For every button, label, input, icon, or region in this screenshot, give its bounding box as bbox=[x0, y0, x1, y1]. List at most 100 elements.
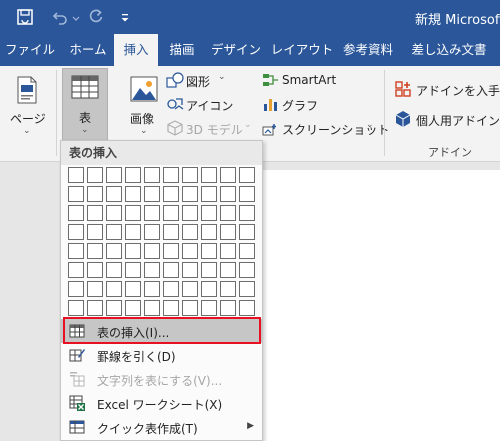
image-button[interactable]: 画像 ⌄ bbox=[124, 70, 164, 142]
grid-cell[interactable] bbox=[163, 186, 179, 202]
page-button[interactable]: ページ ⌄ bbox=[6, 70, 50, 142]
grid-cell[interactable] bbox=[87, 262, 103, 278]
table-size-grid[interactable] bbox=[68, 167, 258, 319]
grid-cell[interactable] bbox=[125, 167, 141, 183]
grid-cell[interactable] bbox=[220, 224, 236, 240]
grid-cell[interactable] bbox=[201, 243, 217, 259]
grid-cell[interactable] bbox=[220, 243, 236, 259]
grid-cell[interactable] bbox=[239, 224, 255, 240]
get-addins-button[interactable]: アドインを入手 bbox=[394, 80, 500, 100]
customize-qat-icon[interactable] bbox=[120, 12, 130, 26]
grid-cell[interactable] bbox=[125, 205, 141, 221]
icons-button[interactable]: アイコン bbox=[166, 96, 233, 114]
grid-cell[interactable] bbox=[106, 205, 122, 221]
grid-cell[interactable] bbox=[201, 281, 217, 297]
grid-cell[interactable] bbox=[239, 243, 255, 259]
grid-cell[interactable] bbox=[87, 243, 103, 259]
grid-cell[interactable] bbox=[125, 281, 141, 297]
quick-tables-menu-item[interactable]: クイック表作成(T) ▶ bbox=[61, 415, 262, 439]
grid-cell[interactable] bbox=[182, 205, 198, 221]
grid-cell[interactable] bbox=[87, 300, 103, 316]
grid-cell[interactable] bbox=[163, 281, 179, 297]
undo-icon[interactable] bbox=[52, 9, 68, 28]
grid-cell[interactable] bbox=[125, 300, 141, 316]
redo-icon[interactable] bbox=[88, 9, 104, 28]
grid-cell[interactable] bbox=[144, 281, 160, 297]
grid-cell[interactable] bbox=[106, 262, 122, 278]
grid-cell[interactable] bbox=[220, 281, 236, 297]
grid-cell[interactable] bbox=[182, 262, 198, 278]
save-icon[interactable] bbox=[16, 8, 34, 29]
grid-cell[interactable] bbox=[68, 224, 84, 240]
grid-cell[interactable] bbox=[68, 186, 84, 202]
grid-cell[interactable] bbox=[201, 224, 217, 240]
grid-cell[interactable] bbox=[182, 224, 198, 240]
grid-cell[interactable] bbox=[220, 300, 236, 316]
grid-cell[interactable] bbox=[144, 205, 160, 221]
grid-cell[interactable] bbox=[220, 205, 236, 221]
grid-cell[interactable] bbox=[182, 243, 198, 259]
undo-dropdown-icon[interactable] bbox=[72, 12, 80, 26]
grid-cell[interactable] bbox=[163, 205, 179, 221]
grid-cell[interactable] bbox=[125, 224, 141, 240]
draw-table-menu-item[interactable]: 罫線を引く(D) bbox=[61, 343, 262, 367]
grid-cell[interactable] bbox=[125, 186, 141, 202]
grid-cell[interactable] bbox=[68, 262, 84, 278]
tab-design[interactable]: デザイン bbox=[210, 34, 262, 66]
grid-cell[interactable] bbox=[106, 167, 122, 183]
grid-cell[interactable] bbox=[68, 167, 84, 183]
table-button[interactable]: 表 ⌄ bbox=[62, 68, 108, 142]
grid-cell[interactable] bbox=[125, 262, 141, 278]
grid-cell[interactable] bbox=[182, 300, 198, 316]
grid-cell[interactable] bbox=[182, 167, 198, 183]
grid-cell[interactable] bbox=[144, 224, 160, 240]
graph-button[interactable]: グラフ bbox=[262, 96, 322, 114]
grid-cell[interactable] bbox=[220, 167, 236, 183]
grid-cell[interactable] bbox=[68, 243, 84, 259]
grid-cell[interactable] bbox=[144, 243, 160, 259]
tab-mailings[interactable]: 差し込み文書 bbox=[404, 34, 494, 66]
tab-references[interactable]: 参考資料 bbox=[340, 34, 396, 66]
grid-cell[interactable] bbox=[239, 300, 255, 316]
grid-cell[interactable] bbox=[239, 281, 255, 297]
tab-home[interactable]: ホーム bbox=[64, 34, 112, 66]
my-addins-button[interactable]: 個人用アドイン bbox=[394, 110, 500, 130]
tab-draw[interactable]: 描画 bbox=[162, 34, 202, 66]
grid-cell[interactable] bbox=[239, 167, 255, 183]
grid-cell[interactable] bbox=[220, 262, 236, 278]
grid-cell[interactable] bbox=[163, 300, 179, 316]
screenshot-button[interactable]: スクリーンショット ⌄ bbox=[262, 120, 389, 138]
grid-cell[interactable] bbox=[163, 224, 179, 240]
grid-cell[interactable] bbox=[144, 262, 160, 278]
grid-cell[interactable] bbox=[144, 186, 160, 202]
grid-cell[interactable] bbox=[68, 300, 84, 316]
grid-cell[interactable] bbox=[144, 167, 160, 183]
grid-cell[interactable] bbox=[182, 281, 198, 297]
grid-cell[interactable] bbox=[87, 224, 103, 240]
grid-cell[interactable] bbox=[201, 262, 217, 278]
tab-insert[interactable]: 挿入 bbox=[114, 34, 158, 66]
grid-cell[interactable] bbox=[125, 243, 141, 259]
grid-cell[interactable] bbox=[106, 281, 122, 297]
grid-cell[interactable] bbox=[201, 186, 217, 202]
grid-cell[interactable] bbox=[68, 281, 84, 297]
excel-worksheet-menu-item[interactable]: Excel ワークシート(X) bbox=[61, 391, 262, 415]
grid-cell[interactable] bbox=[201, 167, 217, 183]
grid-cell[interactable] bbox=[201, 205, 217, 221]
grid-cell[interactable] bbox=[87, 186, 103, 202]
smartart-button[interactable]: SmartArt bbox=[262, 72, 344, 90]
grid-cell[interactable] bbox=[163, 243, 179, 259]
tab-file[interactable]: ファイル bbox=[4, 34, 56, 66]
grid-cell[interactable] bbox=[106, 300, 122, 316]
grid-cell[interactable] bbox=[87, 281, 103, 297]
grid-cell[interactable] bbox=[87, 167, 103, 183]
grid-cell[interactable] bbox=[239, 205, 255, 221]
grid-cell[interactable] bbox=[239, 186, 255, 202]
grid-cell[interactable] bbox=[163, 167, 179, 183]
shapes-button[interactable]: 図形 ⌄ bbox=[166, 72, 232, 90]
grid-cell[interactable] bbox=[201, 300, 217, 316]
grid-cell[interactable] bbox=[239, 262, 255, 278]
grid-cell[interactable] bbox=[68, 205, 84, 221]
grid-cell[interactable] bbox=[106, 243, 122, 259]
tab-layout[interactable]: レイアウト bbox=[270, 34, 334, 66]
